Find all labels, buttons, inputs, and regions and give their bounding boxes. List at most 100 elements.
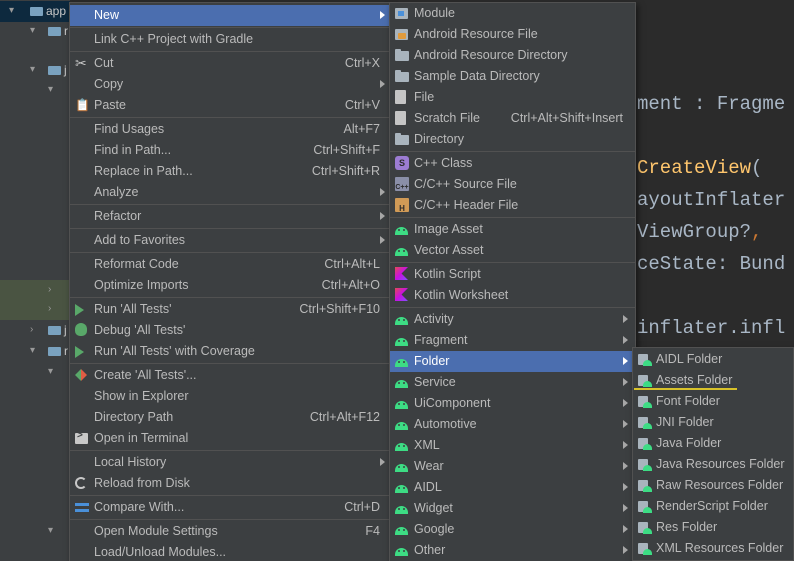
menu-item-local-history[interactable]: Local History xyxy=(70,452,389,473)
menu-item-label: C/C++ Source File xyxy=(414,177,517,191)
new-item-activity[interactable]: Activity xyxy=(390,309,635,330)
chevron-down-icon[interactable]: ▾ xyxy=(30,26,40,36)
menu-item-reformat-code[interactable]: Reformat Code Ctrl+Alt+L xyxy=(70,254,389,275)
new-item-wear[interactable]: Wear xyxy=(390,456,635,477)
submenu-arrow-icon xyxy=(380,458,385,466)
menu-item-label: Open in Terminal xyxy=(94,431,189,445)
chevron-right-icon[interactable]: › xyxy=(30,325,40,335)
new-item-uicomponent[interactable]: UiComponent xyxy=(390,393,635,414)
menu-item-add-to-favorites[interactable]: Add to Favorites xyxy=(70,230,389,251)
new-item-automotive[interactable]: Automotive xyxy=(390,414,635,435)
menu-item-paste[interactable]: 📋 Paste Ctrl+V xyxy=(70,95,389,116)
menu-item-find-usages[interactable]: Find Usages Alt+F7 xyxy=(70,119,389,140)
new-item-image-asset[interactable]: Image Asset xyxy=(390,219,635,240)
tree-row[interactable]: ▾ r xyxy=(0,21,70,42)
menu-item-refactor[interactable]: Refactor xyxy=(70,206,389,227)
tree-row[interactable]: › j xyxy=(0,320,70,341)
folder-item-raw-resources-folder[interactable]: Raw Resources Folder xyxy=(633,475,793,496)
menu-item-debug-all-tests[interactable]: Debug 'All Tests' xyxy=(70,320,389,341)
new-item-fragment[interactable]: Fragment xyxy=(390,330,635,351)
android-folder-icon xyxy=(638,459,652,471)
menu-item-open-in-terminal[interactable]: Open in Terminal xyxy=(70,428,389,449)
tree-row[interactable]: ▾ xyxy=(0,80,70,101)
menu-item-compare-with[interactable]: Compare With... Ctrl+D xyxy=(70,497,389,518)
new-item-c-c-header-file[interactable]: H C/C++ Header File xyxy=(390,195,635,216)
new-item-sample-data-directory[interactable]: Sample Data Directory xyxy=(390,66,635,87)
tree-row[interactable]: ▾ r xyxy=(0,341,70,362)
folder-item-xml-resources-folder[interactable]: XML Resources Folder xyxy=(633,538,793,559)
new-item-folder[interactable]: Folder xyxy=(390,351,635,372)
new-item-widget[interactable]: Widget xyxy=(390,498,635,519)
menu-item-shortcut: Ctrl+Alt+O xyxy=(321,278,380,292)
chevron-down-icon[interactable]: ▾ xyxy=(30,346,40,356)
menu-item-link-c-project-with-gradle[interactable]: Link C++ Project with Gradle xyxy=(70,29,389,50)
folder-item-res-folder[interactable]: Res Folder xyxy=(633,517,793,538)
menu-item-find-in-path[interactable]: Find in Path... Ctrl+Shift+F xyxy=(70,140,389,161)
menu-item-shortcut: Ctrl+Alt+L xyxy=(324,257,380,271)
new-item-c-c-source-file[interactable]: C++ C/C++ Source File xyxy=(390,174,635,195)
chevron-down-icon[interactable]: ▾ xyxy=(48,85,58,95)
new-item-other[interactable]: Other xyxy=(390,540,635,561)
submenu-arrow-icon xyxy=(623,525,628,533)
menu-item-label: Res Folder xyxy=(656,520,718,534)
tree-row[interactable]: ▾ j xyxy=(0,60,70,81)
menu-item-load-unload-modules[interactable]: Load/Unload Modules... xyxy=(70,542,389,561)
new-item-android-resource-file[interactable]: Android Resource File xyxy=(390,24,635,45)
android-icon xyxy=(395,227,408,235)
folder-item-aidl-folder[interactable]: AIDL Folder xyxy=(633,349,793,370)
submenu-arrow-icon xyxy=(380,80,385,88)
chevron-down-icon[interactable]: ▾ xyxy=(30,65,40,75)
submenu-arrow-icon xyxy=(623,441,628,449)
menu-item-run-all-tests[interactable]: Run 'All Tests' Ctrl+Shift+F10 xyxy=(70,299,389,320)
menu-item-reload-from-disk[interactable]: Reload from Disk xyxy=(70,473,389,494)
chevron-right-icon[interactable]: › xyxy=(48,304,58,314)
menu-item-label: Service xyxy=(414,375,456,389)
new-item-service[interactable]: Service xyxy=(390,372,635,393)
folder-item-renderscript-folder[interactable]: RenderScript Folder xyxy=(633,496,793,517)
chevron-right-icon[interactable]: › xyxy=(48,285,58,295)
new-item-google[interactable]: Google xyxy=(390,519,635,540)
android-folder-icon xyxy=(638,354,652,366)
menu-item-replace-in-path[interactable]: Replace in Path... Ctrl+Shift+R xyxy=(70,161,389,182)
new-item-vector-asset[interactable]: Vector Asset xyxy=(390,240,635,261)
new-item-scratch-file[interactable]: Scratch File Ctrl+Alt+Shift+Insert xyxy=(390,108,635,129)
menu-item-cut[interactable]: ✂ Cut Ctrl+X xyxy=(70,53,389,74)
menu-item-analyze[interactable]: Analyze xyxy=(70,182,389,203)
menu-item-open-module-settings[interactable]: Open Module Settings F4 xyxy=(70,521,389,542)
menu-item-show-in-explorer[interactable]: Show in Explorer xyxy=(70,386,389,407)
new-item-file[interactable]: File xyxy=(390,87,635,108)
menu-item-directory-path[interactable]: Directory Path Ctrl+Alt+F12 xyxy=(70,407,389,428)
chevron-down-icon[interactable]: ▾ xyxy=(9,6,19,16)
folder-item-java-folder[interactable]: Java Folder xyxy=(633,433,793,454)
folder-item-jni-folder[interactable]: JNI Folder xyxy=(633,412,793,433)
tree-row[interactable]: ▾ xyxy=(0,521,70,542)
tree-row-app[interactable]: ▾ app xyxy=(0,1,70,22)
new-item-aidl[interactable]: AIDL xyxy=(390,477,635,498)
new-item-module[interactable]: Module xyxy=(390,3,635,24)
submenu-arrow-icon xyxy=(623,504,628,512)
menu-item-run-all-tests-with-coverage[interactable]: Run 'All Tests' with Coverage xyxy=(70,341,389,362)
tree-row[interactable]: › xyxy=(0,280,70,301)
module-icon xyxy=(395,8,408,19)
tree-row[interactable]: › xyxy=(0,299,70,320)
menu-separator xyxy=(70,117,389,118)
tree-row[interactable]: ▾ xyxy=(0,362,70,383)
chevron-down-icon[interactable]: ▾ xyxy=(48,526,58,536)
folder-submenu: AIDL Folder Assets Folder Font Folder JNI F… xyxy=(632,347,794,561)
new-item-kotlin-worksheet[interactable]: Kotlin Worksheet xyxy=(390,285,635,306)
menu-separator xyxy=(390,262,635,263)
new-item-xml[interactable]: XML xyxy=(390,435,635,456)
new-item-c-class[interactable]: S C++ Class xyxy=(390,153,635,174)
folder-item-font-folder[interactable]: Font Folder xyxy=(633,391,793,412)
new-item-directory[interactable]: Directory xyxy=(390,129,635,150)
menu-item-label: RenderScript Folder xyxy=(656,499,768,513)
android-folder-icon xyxy=(638,543,652,555)
menu-item-optimize-imports[interactable]: Optimize Imports Ctrl+Alt+O xyxy=(70,275,389,296)
chevron-down-icon[interactable]: ▾ xyxy=(48,367,58,377)
menu-item-create-all-tests[interactable]: Create 'All Tests'... xyxy=(70,365,389,386)
menu-item-copy[interactable]: Copy xyxy=(70,74,389,95)
menu-item-new[interactable]: New xyxy=(70,5,389,26)
folder-item-java-resources-folder[interactable]: Java Resources Folder xyxy=(633,454,793,475)
new-item-android-resource-directory[interactable]: Android Resource Directory xyxy=(390,45,635,66)
new-item-kotlin-script[interactable]: Kotlin Script xyxy=(390,264,635,285)
